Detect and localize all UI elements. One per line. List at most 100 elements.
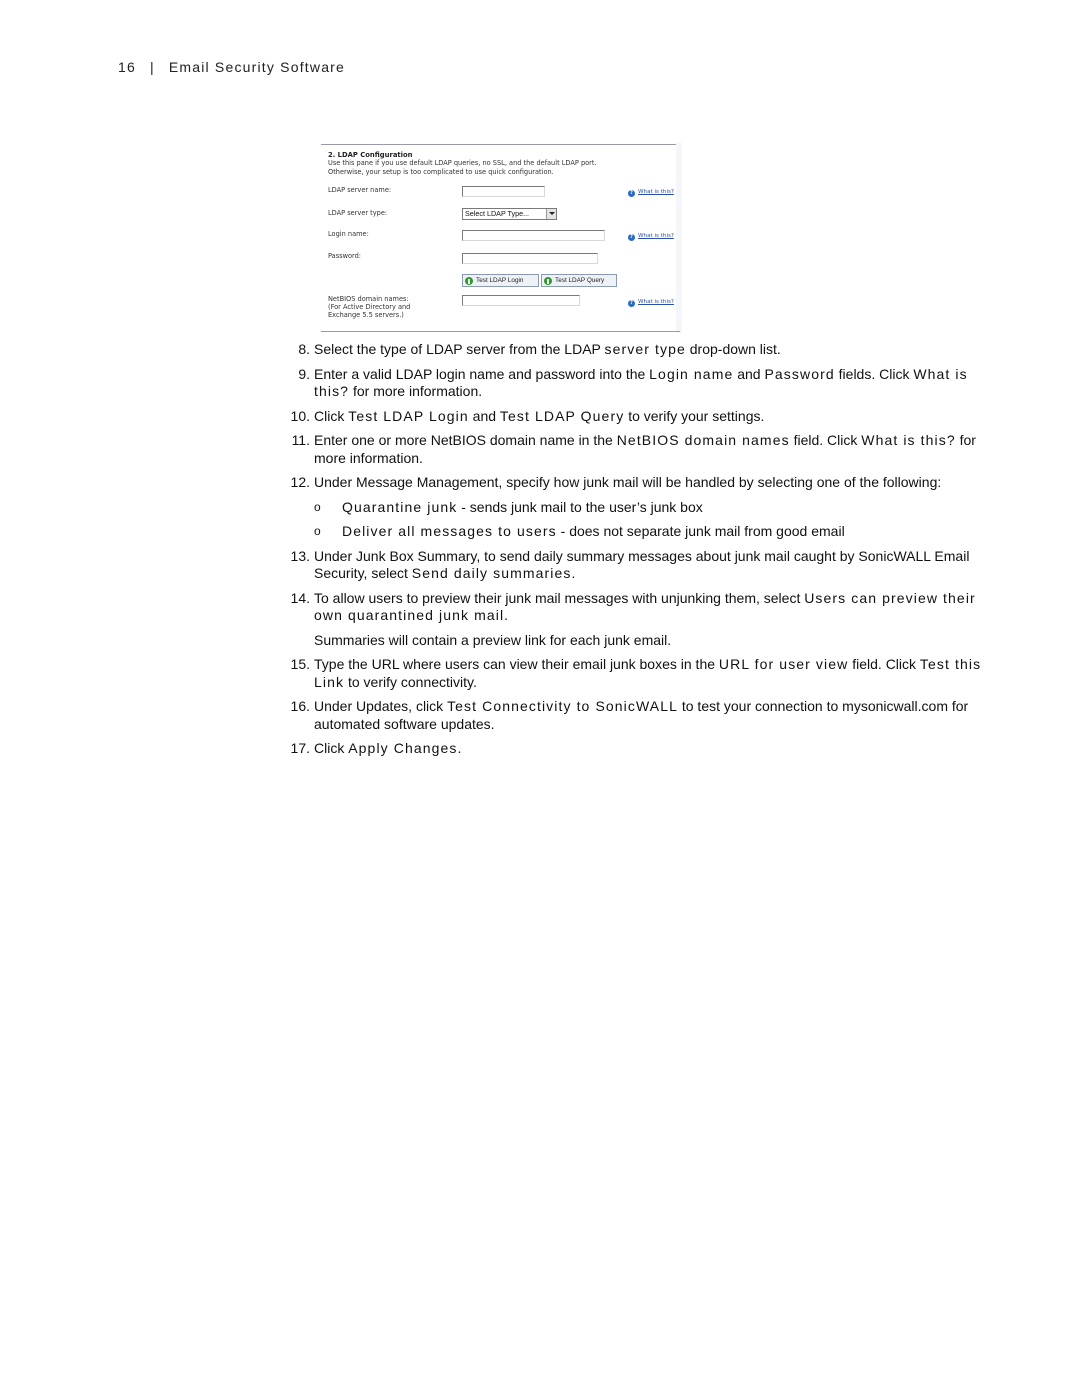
step-text: Under Updates, click xyxy=(314,698,448,714)
go-icon xyxy=(544,277,552,285)
step-17: 17. Click Apply Changes. xyxy=(282,740,1002,758)
step-text: to verify connectivity. xyxy=(344,673,477,690)
step-number: 10. xyxy=(290,407,310,424)
ui-term: Deliver all messages to users xyxy=(342,523,557,539)
login-name-input[interactable] xyxy=(462,230,605,241)
ldap-configuration-screenshot: 2. LDAP Configuration Use this pane if y… xyxy=(319,143,682,333)
password-label: Password: xyxy=(328,252,362,260)
step-text: fields. Click xyxy=(834,365,914,382)
step-text: Click xyxy=(314,740,349,756)
question-circle-icon: ? xyxy=(628,190,635,197)
question-circle-icon: ? xyxy=(628,234,635,241)
netbios-label: NetBIOS domain names: (For Active Direct… xyxy=(328,295,410,319)
step-11: 11. Enter one or more NetBIOS domain name… xyxy=(282,432,1002,467)
step-number: 8. xyxy=(298,341,310,357)
step-text: Select the type of LDAP server from the … xyxy=(314,341,605,357)
step-number: 12. xyxy=(290,474,310,490)
ui-term: Password xyxy=(764,365,835,382)
option-quarantine-junk: o Quarantine junk - sends junk mail to th… xyxy=(282,499,1002,517)
running-head: 16 | Email Security Software xyxy=(118,59,345,75)
server-type-selected-value: Select LDAP Type... xyxy=(465,209,530,218)
step-text: to verify your settings. xyxy=(624,407,765,424)
step-14-note: Summaries will contain a preview link fo… xyxy=(314,631,672,648)
ui-term: server type xyxy=(604,341,686,357)
step-text: . xyxy=(504,607,509,623)
step-text: . xyxy=(457,740,462,756)
step-text: Enter a valid LDAP login name and passwo… xyxy=(314,365,650,382)
step-number: 9. xyxy=(298,365,310,382)
server-type-label: LDAP server type: xyxy=(328,209,388,217)
ui-term: NetBIOS domain names xyxy=(616,432,790,448)
step-number: 11. xyxy=(291,432,310,448)
page-number: 16 xyxy=(118,59,136,75)
ui-term: Test LDAP Query xyxy=(499,407,625,424)
frame-right-edge xyxy=(676,143,682,333)
help-link-text: What is this? xyxy=(638,189,674,195)
step-8: 8. Select the type of LDAP server from th… xyxy=(282,341,1002,359)
step-number: 16. xyxy=(290,698,310,714)
step-text: field. Click xyxy=(848,656,920,672)
help-link-text: What is this? xyxy=(638,299,674,305)
netbios-label-line: (For Active Directory and xyxy=(328,303,411,311)
test-ldap-query-button[interactable]: Test LDAP Query xyxy=(541,274,617,287)
ui-term: URL for user view xyxy=(718,656,849,672)
netbios-domain-input[interactable] xyxy=(462,295,580,306)
step-14: 14. To allow users to preview their junk … xyxy=(282,590,1002,625)
description-line: Otherwise, your setup is too complicated… xyxy=(328,168,554,176)
step-9: 9. Enter a valid LDAP login name and pass… xyxy=(282,366,1002,401)
help-link-login-name[interactable]: ? What is this? xyxy=(628,232,674,241)
ui-term: Send daily summaries xyxy=(411,565,572,581)
section-description: Use this pane if you use default LDAP qu… xyxy=(328,159,668,177)
question-circle-icon: ? xyxy=(628,300,635,307)
option-deliver-all: o Deliver all messages to users - does no… xyxy=(282,523,1002,541)
instruction-steps: 8. Select the type of LDAP server from th… xyxy=(282,341,1002,765)
chevron-down-icon[interactable] xyxy=(546,209,556,219)
step-text: . xyxy=(571,565,576,581)
password-input[interactable] xyxy=(462,253,598,264)
ui-term: Apply Changes xyxy=(348,740,458,756)
ui-term: What is this? xyxy=(861,432,956,448)
button-label: Test LDAP Login xyxy=(476,277,524,284)
server-name-label: LDAP server name: xyxy=(328,186,392,194)
step-number: 15. xyxy=(290,656,310,672)
step-10: 10. Click Test LDAP Login and Test LDAP Q… xyxy=(282,408,1002,426)
bullet-text: - does not separate junk mail from good … xyxy=(556,523,845,539)
step-text: and xyxy=(733,365,765,382)
help-link-text: What is this? xyxy=(638,233,674,239)
step-text: for more information. xyxy=(349,383,483,399)
go-icon xyxy=(465,277,473,285)
bullet-marker: o xyxy=(314,524,321,538)
step-number: 13. xyxy=(290,547,310,564)
help-link-netbios[interactable]: ? What is this? xyxy=(628,298,674,307)
server-type-select[interactable]: Select LDAP Type... xyxy=(462,208,557,220)
step-text: Enter one or more NetBIOS domain name in… xyxy=(314,432,617,448)
step-text: and xyxy=(468,407,500,424)
ui-term: Quarantine junk xyxy=(342,498,458,515)
login-name-label: Login name: xyxy=(328,230,369,238)
ui-term: Login name xyxy=(649,365,734,382)
server-name-input[interactable] xyxy=(462,186,545,197)
header-separator: | xyxy=(149,59,155,75)
step-number: 14. xyxy=(290,589,310,606)
test-ldap-login-button[interactable]: Test LDAP Login xyxy=(462,274,539,287)
step-text: Under Message Management, specify how ju… xyxy=(314,474,942,490)
step-16: 16. Under Updates, click Test Connectivit… xyxy=(282,698,1002,733)
button-label: Test LDAP Query xyxy=(555,277,605,284)
step-text: drop-down list. xyxy=(685,341,781,357)
frame-bottom-divider xyxy=(321,331,680,332)
netbios-label-line: Exchange 5.5 servers.) xyxy=(328,311,404,319)
bullet-marker: o xyxy=(314,499,321,514)
step-text: Click xyxy=(314,407,349,424)
frame-top-divider xyxy=(321,144,680,145)
section-title: 2. LDAP Configuration xyxy=(328,151,413,159)
bullet-text: - sends junk mail to the user’s junk box xyxy=(457,498,703,515)
step-text: Type the URL where users can view their … xyxy=(314,656,719,672)
help-link-server-name[interactable]: ? What is this? xyxy=(628,188,674,197)
step-12: 12. Under Message Management, specify how… xyxy=(282,474,1002,492)
step-13: 13. Under Junk Box Summary, to send daily… xyxy=(282,548,1002,583)
chapter-title: Email Security Software xyxy=(168,59,346,75)
step-text: To allow users to preview their junk mai… xyxy=(314,589,805,606)
step-15: 15. Type the URL where users can view the… xyxy=(282,656,1002,691)
netbios-label-line: NetBIOS domain names: xyxy=(328,295,409,303)
step-number: 17. xyxy=(290,740,310,756)
